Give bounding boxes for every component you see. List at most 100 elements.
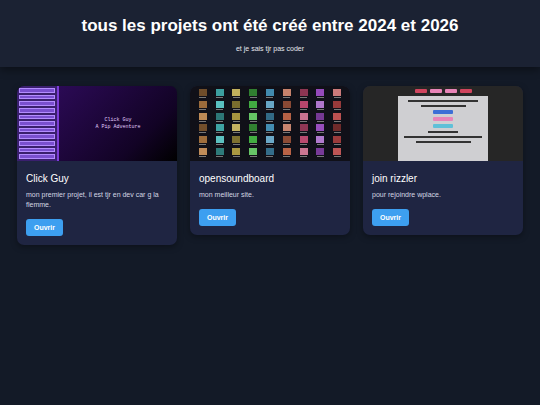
sidebar-button (19, 148, 55, 153)
sound-button (330, 124, 344, 134)
sound-label (283, 132, 290, 133)
project-card: join rizzler pour rejoindre wplace. Ouvr… (363, 86, 523, 235)
sound-label (300, 109, 307, 110)
sound-button (297, 101, 311, 111)
sound-label (300, 144, 307, 145)
sound-button (246, 136, 260, 146)
form-button (433, 117, 453, 121)
sound-thumbnail (249, 89, 257, 96)
sound-thumbnail (216, 136, 224, 143)
sound-label (233, 97, 240, 98)
project-preview (190, 86, 350, 161)
project-preview: Click GuyA Pip Adventure (17, 86, 177, 161)
sound-label (334, 156, 341, 157)
sidebar-button (19, 115, 55, 120)
sound-thumbnail (249, 124, 257, 131)
sound-label (334, 121, 341, 122)
sound-button (196, 124, 210, 134)
sound-button (246, 124, 260, 134)
sound-button (313, 89, 327, 99)
sidebar-button (19, 121, 55, 126)
top-button (445, 89, 457, 93)
sound-thumbnail (266, 101, 274, 108)
sound-button (263, 101, 277, 111)
game-preview: Click GuyA Pip Adventure (17, 86, 177, 161)
sound-button (313, 136, 327, 146)
sound-button (280, 113, 294, 123)
sound-label (199, 132, 206, 133)
sound-thumbnail (216, 101, 224, 108)
project-description: mon premier projet, il est tjr en dev ca… (26, 190, 168, 210)
sound-button (213, 113, 227, 123)
sound-button (330, 136, 344, 146)
form-topbar (415, 89, 472, 93)
sound-thumbnail (316, 124, 324, 131)
open-button[interactable]: Ouvrir (26, 219, 63, 236)
project-list: Click GuyA Pip Adventure Click Guy mon p… (0, 67, 540, 245)
top-button (430, 89, 442, 93)
sound-button (246, 113, 260, 123)
sidebar-button (19, 95, 55, 100)
sound-label (300, 97, 307, 98)
sound-thumbnail (283, 136, 291, 143)
sound-thumbnail (266, 124, 274, 131)
sidebar-button (19, 108, 55, 113)
project-title: opensoundboard (199, 172, 341, 185)
sound-thumbnail (199, 124, 207, 131)
sound-label (250, 144, 257, 145)
sound-label (334, 144, 341, 145)
form-button (433, 124, 453, 128)
card-body: opensoundboard mon meilleur site. Ouvrir (190, 161, 350, 235)
open-button[interactable]: Ouvrir (372, 209, 409, 226)
sound-button (230, 136, 244, 146)
sidebar-button (19, 134, 55, 139)
sound-label (334, 97, 341, 98)
sound-label (266, 97, 273, 98)
sound-label (199, 97, 206, 98)
sound-thumbnail (232, 124, 240, 131)
game-sidebar (17, 86, 57, 161)
sound-button (196, 113, 210, 123)
sound-thumbnail (216, 148, 224, 155)
form-preview (363, 86, 523, 161)
text-line (416, 141, 471, 143)
sound-label (250, 156, 257, 157)
sound-button (230, 148, 244, 158)
sound-label (250, 121, 257, 122)
page-subtitle: et je sais tjr pas coder (10, 44, 530, 53)
sound-thumbnail (300, 113, 308, 120)
sound-button (263, 148, 277, 158)
sound-button (280, 89, 294, 99)
sound-button (213, 124, 227, 134)
sound-thumbnail (283, 101, 291, 108)
sound-thumbnail (333, 113, 341, 120)
project-description: mon meilleur site. (199, 190, 341, 200)
sound-thumbnail (249, 148, 257, 155)
sound-thumbnail (283, 124, 291, 131)
sound-button (330, 89, 344, 99)
sound-button (297, 113, 311, 123)
sound-button (196, 101, 210, 111)
sound-thumbnail (199, 89, 207, 96)
sound-thumbnail (216, 124, 224, 131)
page-title: tous les projets ont été créé entre 2024… (10, 15, 530, 37)
sound-label (334, 109, 341, 110)
sound-button (280, 101, 294, 111)
open-button[interactable]: Ouvrir (199, 209, 236, 226)
header: tous les projets ont été créé entre 2024… (0, 0, 540, 67)
sound-thumbnail (300, 124, 308, 131)
sound-thumbnail (333, 148, 341, 155)
sound-label (233, 156, 240, 157)
sound-thumbnail (300, 89, 308, 96)
sound-button (330, 113, 344, 123)
sound-button (246, 89, 260, 99)
sound-label (216, 121, 223, 122)
sound-button (213, 101, 227, 111)
sound-button (263, 136, 277, 146)
sound-label (199, 121, 206, 122)
project-preview (363, 86, 523, 161)
sound-label (317, 121, 324, 122)
top-button (415, 89, 427, 93)
sound-thumbnail (266, 113, 274, 120)
sound-label (216, 132, 223, 133)
